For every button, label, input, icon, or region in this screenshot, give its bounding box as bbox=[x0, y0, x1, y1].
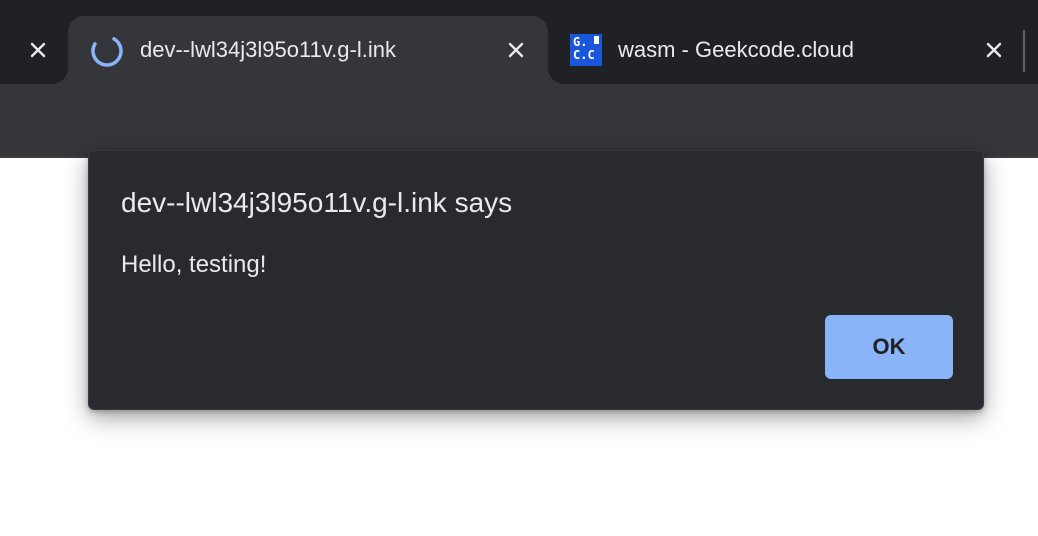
dialog-message: Hello, testing! bbox=[121, 251, 267, 278]
alert-dialog: dev--lwl34j3l95o11v.g-l.ink says Hello, … bbox=[88, 150, 984, 410]
loading-spinner-icon bbox=[91, 35, 123, 67]
close-tab-button[interactable] bbox=[980, 36, 1008, 64]
tab-title: wasm - Geekcode.cloud bbox=[618, 37, 854, 62]
close-icon bbox=[986, 42, 1002, 58]
close-tab-button[interactable] bbox=[502, 36, 530, 64]
tab-title: dev--lwl34j3l95o11v.g-l.ink bbox=[140, 37, 396, 62]
close-icon bbox=[30, 42, 46, 58]
close-icon bbox=[508, 42, 524, 58]
tab-active[interactable]: dev--lwl34j3l95o11v.g-l.ink bbox=[68, 16, 548, 84]
close-tab-button[interactable] bbox=[24, 36, 52, 64]
browser-toolbar bbox=[0, 84, 1038, 156]
dialog-title: dev--lwl34j3l95o11v.g-l.ink says bbox=[121, 187, 513, 218]
tab-inactive[interactable]: G. C.C wasm - Geekcode.cloud bbox=[548, 16, 1018, 84]
ok-button[interactable]: OK bbox=[825, 315, 953, 379]
tab-separator bbox=[1023, 30, 1025, 72]
tab-strip: dev--lwl34j3l95o11v.g-l.ink G. C.C wasm -… bbox=[0, 0, 1038, 84]
geekcode-favicon-icon: G. C.C bbox=[570, 34, 602, 66]
